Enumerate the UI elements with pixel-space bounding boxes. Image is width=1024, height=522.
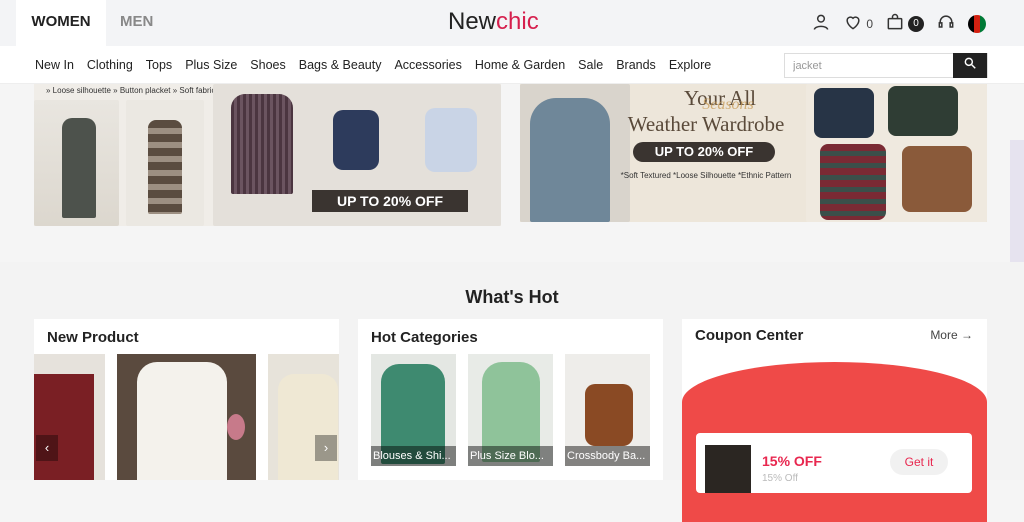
nav-item-new-in[interactable]: New In — [35, 58, 74, 72]
cart-icon — [885, 12, 905, 35]
nav-item-sale[interactable]: Sale — [578, 58, 603, 72]
nav-item-clothing[interactable]: Clothing — [87, 58, 133, 72]
carousel-next-button[interactable]: › — [315, 435, 337, 461]
product-image-2[interactable] — [117, 354, 256, 480]
coupon-product-thumb — [705, 445, 751, 493]
banner-photo-1 — [34, 100, 119, 226]
coupon-subtitle: 15% Off — [762, 473, 798, 484]
coupon-discount: 15% OFF — [762, 453, 822, 469]
nav-item-shoes[interactable]: Shoes — [250, 58, 285, 72]
coupon-center-card: Coupon Center More → 15% OFF 15% Off Get… — [682, 319, 987, 522]
wishlist-button[interactable]: 0 — [843, 12, 873, 35]
country-flag-icon[interactable] — [968, 14, 986, 33]
category-label: Crossbody Ba... — [565, 446, 650, 466]
cart-count: 0 — [908, 15, 924, 32]
search-input[interactable] — [785, 54, 953, 77]
hot-categories-card: Hot Categories Blouses & Shi... Plus Siz… — [358, 319, 663, 480]
banner-photo-model — [520, 84, 630, 222]
category-item[interactable]: Blouses & Shi... — [371, 354, 456, 466]
headset-icon[interactable] — [936, 12, 956, 35]
new-product-card: New Product ‹ › — [34, 319, 339, 480]
header-icons: 0 0 — [811, 12, 986, 35]
heart-icon — [843, 12, 863, 35]
tab-women[interactable]: WOMEN — [16, 0, 106, 46]
search-icon — [963, 56, 977, 75]
search-button[interactable] — [953, 53, 987, 78]
top-bar: WOMEN MEN Newchic 0 0 — [0, 0, 1024, 46]
category-item[interactable]: Crossbody Ba... — [565, 354, 650, 466]
account-icon[interactable] — [811, 12, 831, 35]
chevron-left-icon: ‹ — [44, 440, 50, 455]
banner-title-line2: Weather Wardrobe — [627, 112, 785, 136]
logo[interactable]: Newchic — [448, 8, 539, 36]
tab-men[interactable]: MEN — [120, 0, 153, 46]
nav-item-bags-beauty[interactable]: Bags & Beauty — [299, 58, 382, 72]
nav-item-brands[interactable]: Brands — [616, 58, 656, 72]
banner-offer-right: UP TO 20% OFF — [633, 142, 775, 162]
card-title: New Product — [47, 329, 139, 346]
product-image-3[interactable] — [268, 354, 339, 480]
category-label: Blouses & Shi... — [371, 446, 456, 466]
product-image-1[interactable] — [34, 354, 105, 480]
logo-text-chic: chic — [496, 8, 539, 35]
card-title: Coupon Center — [695, 327, 804, 344]
section-title: What's Hot — [465, 287, 559, 307]
search-box — [784, 53, 988, 78]
coupon-more-link[interactable]: More → — [930, 328, 973, 342]
banner-photo-sweaters — [806, 84, 987, 222]
banner-feature-tags: » Loose silhouette » Button placket » So… — [46, 86, 216, 95]
promo-banner-right[interactable]: Your All Seasons Weather Wardrobe UP TO … — [520, 84, 987, 222]
nav-item-accessories[interactable]: Accessories — [394, 58, 461, 72]
nav-item-explore[interactable]: Explore — [669, 58, 711, 72]
chevron-right-icon: › — [323, 440, 329, 455]
card-title: Hot Categories — [371, 329, 478, 346]
banner-photo-2 — [126, 100, 204, 226]
get-it-button[interactable]: Get it — [890, 449, 948, 475]
nav-item-plus-size[interactable]: Plus Size — [185, 58, 237, 72]
nav-item-home-garden[interactable]: Home & Garden — [475, 58, 565, 72]
category-item[interactable]: Plus Size Blo... — [468, 354, 553, 466]
wishlist-count: 0 — [866, 16, 873, 31]
carousel-prev-button[interactable]: ‹ — [36, 435, 58, 461]
promo-banner-left[interactable]: » Loose silhouette » Button placket » So… — [34, 84, 501, 226]
category-label: Plus Size Blo... — [468, 446, 553, 466]
cart-button[interactable]: 0 — [885, 12, 924, 35]
nav-item-tops[interactable]: Tops — [146, 58, 172, 72]
logo-text-new: New — [448, 8, 497, 35]
banner-features: *Soft Textured *Loose Silhouette *Ethnic… — [620, 171, 792, 180]
banner-offer-left: UP TO 20% OFF — [312, 190, 468, 212]
coupon-item: 15% OFF 15% Off Get it — [696, 433, 972, 493]
